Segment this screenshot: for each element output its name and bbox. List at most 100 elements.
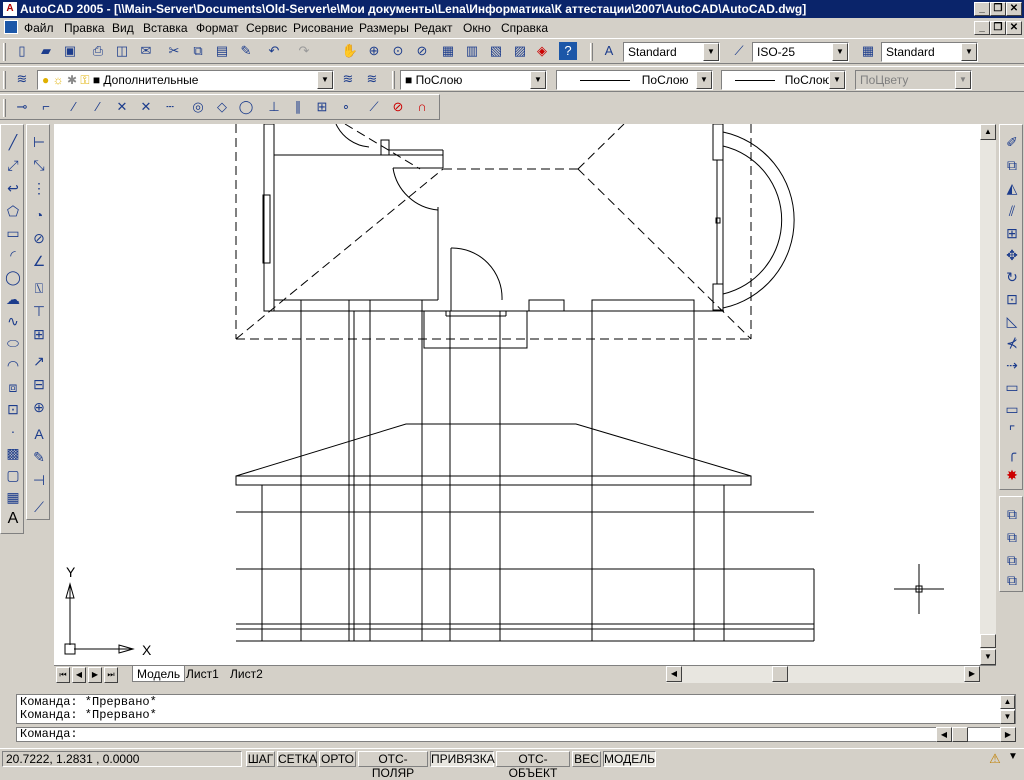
mirror-icon[interactable]: ◭: [1001, 177, 1023, 199]
cmdline-scroll-right-icon[interactable]: ▶: [1000, 727, 1016, 742]
redo-icon[interactable]: ↷: [293, 40, 315, 62]
layer-previous-icon[interactable]: ≋: [361, 68, 383, 90]
polyline-icon[interactable]: ↩: [2, 177, 24, 199]
layer-select[interactable]: ● ☼ ✱ ⚿ ■ Дополнительные ▼: [37, 70, 334, 90]
chevron-down-icon[interactable]: ▼: [696, 71, 712, 89]
quick-dimension-icon[interactable]: ⍂: [28, 277, 50, 299]
fillet-icon[interactable]: ╭: [1001, 442, 1023, 464]
last-tab-icon[interactable]: ⏭: [104, 667, 118, 683]
scroll-left-icon[interactable]: ◀: [666, 666, 682, 682]
plot-preview-icon[interactable]: ◫: [111, 40, 133, 62]
dimension-edit-icon[interactable]: A: [28, 423, 50, 445]
menu-view[interactable]: Вид: [112, 21, 134, 35]
region-icon[interactable]: ▢: [2, 464, 24, 486]
toolbar-grip[interactable]: [3, 43, 6, 61]
scroll-down-icon[interactable]: ▼: [980, 649, 996, 665]
linear-dimension-icon[interactable]: ⊢: [28, 131, 50, 153]
text-style-select[interactable]: Standard ▼: [623, 42, 720, 62]
prev-tab-icon[interactable]: ◀: [72, 667, 86, 683]
menu-format[interactable]: Формат: [196, 21, 239, 35]
snap-tangent-icon[interactable]: ◯: [235, 96, 257, 118]
snap-toggle[interactable]: ШАГ: [246, 751, 275, 767]
menu-draw[interactable]: Рисование: [293, 21, 353, 35]
zoom-realtime-icon[interactable]: ⊕: [363, 40, 385, 62]
first-tab-icon[interactable]: ⏮: [56, 667, 70, 683]
menu-help[interactable]: Справка: [501, 21, 548, 35]
document-icon[interactable]: [4, 20, 18, 34]
scale-icon[interactable]: ⊡: [1001, 288, 1023, 310]
plot-style-select[interactable]: ПоЦвету ▼: [855, 70, 972, 90]
tolerance-icon[interactable]: ⊟: [28, 373, 50, 395]
snap-endpoint-icon[interactable]: ⁄: [63, 96, 85, 118]
snap-node-icon[interactable]: ∘: [335, 96, 357, 118]
chevron-down-icon[interactable]: ▼: [703, 43, 719, 61]
menu-window[interactable]: Окно: [463, 21, 491, 35]
bring-above-icon[interactable]: ⧉: [1001, 549, 1023, 571]
print-icon[interactable]: ⎙: [87, 40, 109, 62]
snap-quadrant-icon[interactable]: ◇: [211, 96, 233, 118]
text-style-icon[interactable]: A: [598, 40, 620, 62]
markup-icon[interactable]: ◈: [531, 40, 553, 62]
menu-insert[interactable]: Вставка: [143, 21, 188, 35]
zoom-previous-icon[interactable]: ⊘: [411, 40, 433, 62]
snap-from-icon[interactable]: ⌐: [35, 96, 57, 118]
rectangle-icon[interactable]: ▭: [2, 222, 24, 244]
arc-icon[interactable]: ◜: [2, 244, 24, 266]
send-under-icon[interactable]: ⧉: [1001, 569, 1023, 591]
line-icon[interactable]: ╱: [2, 131, 24, 153]
make-block-icon[interactable]: ⊡: [2, 398, 24, 420]
coordinates-display[interactable]: 20.7222, 1.2831 , 0.0000: [2, 751, 242, 767]
menu-edit[interactable]: Правка: [64, 21, 105, 35]
toolbar-grip[interactable]: [3, 71, 6, 89]
revision-cloud-icon[interactable]: ☁: [2, 288, 24, 310]
diameter-dimension-icon[interactable]: ⊘: [28, 227, 50, 249]
lineweight-toggle[interactable]: ВЕС: [572, 751, 601, 767]
circle-icon[interactable]: ◯: [2, 266, 24, 288]
copy-icon[interactable]: ⧉: [187, 40, 209, 62]
publish-icon[interactable]: ✉: [135, 40, 157, 62]
rotate-icon[interactable]: ↻: [1001, 266, 1023, 288]
chevron-down-icon[interactable]: ▼: [530, 71, 546, 89]
menu-tools[interactable]: Сервис: [246, 21, 287, 35]
design-center-icon[interactable]: ▥: [461, 40, 483, 62]
minimize-button[interactable]: _: [974, 2, 990, 16]
ellipse-arc-icon[interactable]: ◠: [2, 354, 24, 376]
offset-icon[interactable]: ⫽: [1001, 200, 1023, 222]
array-icon[interactable]: ⊞: [1001, 222, 1023, 244]
layer-manager-icon[interactable]: ≋: [11, 68, 33, 90]
point-icon[interactable]: ·: [2, 420, 24, 442]
tab-layout2[interactable]: Лист2: [226, 666, 267, 682]
table-style-select[interactable]: Standard ▼: [881, 42, 978, 62]
send-to-back-icon[interactable]: ⧉: [1001, 526, 1023, 548]
match-properties-icon[interactable]: ✎: [235, 40, 257, 62]
hatch-icon[interactable]: ▩: [2, 442, 24, 464]
scroll-right-icon[interactable]: ▶: [964, 666, 980, 682]
dim-style-icon[interactable]: ⟋: [728, 40, 750, 62]
menu-dimension[interactable]: Размеры: [359, 21, 409, 35]
horizontal-scrollbar[interactable]: ◀ ▶: [666, 666, 980, 683]
polar-toggle[interactable]: ОТС-ПОЛЯР: [358, 751, 428, 780]
vertical-scrollbar[interactable]: ▲ ▼: [980, 124, 996, 665]
command-line-input[interactable]: Команда:: [16, 727, 1016, 742]
multiline-text-icon[interactable]: A: [2, 508, 24, 530]
menu-modify[interactable]: Редакт: [414, 21, 452, 35]
dimension-style-icon[interactable]: ⟋: [28, 496, 50, 518]
chamfer-icon[interactable]: ⌜: [1001, 420, 1023, 442]
dim-style-select[interactable]: ISO-25 ▼: [752, 42, 849, 62]
close-button[interactable]: ✕: [1006, 2, 1022, 16]
osnap-toggle[interactable]: ПРИВЯЗКА: [430, 751, 495, 767]
status-menu-icon[interactable]: ▼: [1006, 751, 1020, 767]
snap-center-icon[interactable]: ◎: [187, 96, 209, 118]
autocad-icon[interactable]: A: [3, 2, 17, 16]
toolbar-grip[interactable]: [392, 71, 395, 89]
scroll-up-icon[interactable]: ▲: [980, 124, 996, 140]
table-style-icon[interactable]: ▦: [857, 40, 879, 62]
undo-icon[interactable]: ↶: [263, 40, 285, 62]
extend-icon[interactable]: ⇢: [1001, 354, 1023, 376]
tab-layout1[interactable]: Лист1: [182, 666, 223, 682]
zoom-window-icon[interactable]: ⊙: [387, 40, 409, 62]
menu-file[interactable]: Файл: [24, 21, 54, 35]
new-icon[interactable]: ▯: [11, 40, 33, 62]
continue-dimension-icon[interactable]: ⊞: [28, 323, 50, 345]
save-icon[interactable]: ▣: [59, 40, 81, 62]
